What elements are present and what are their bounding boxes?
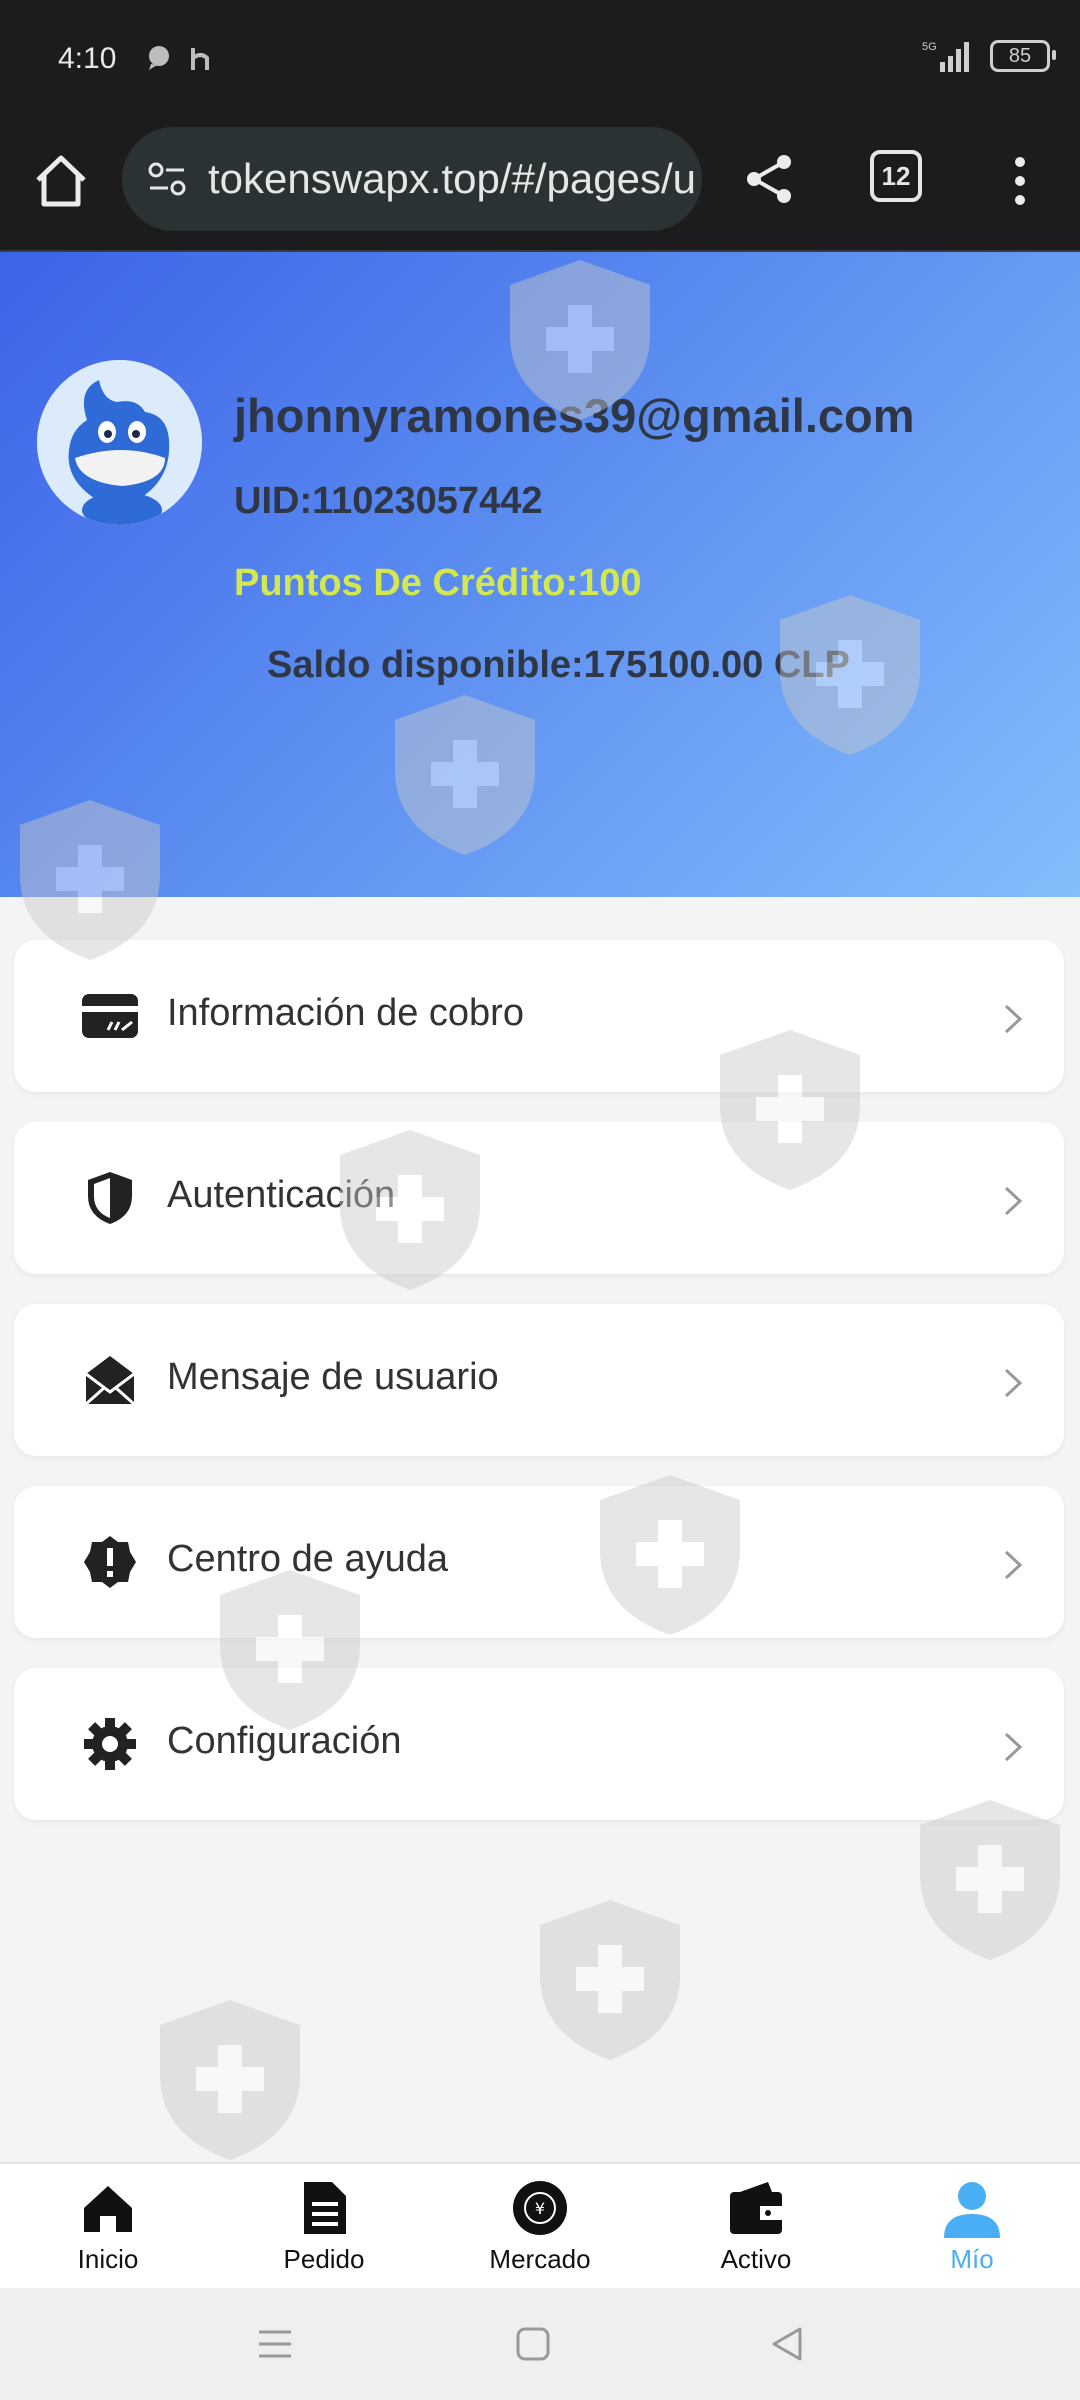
wallet-icon [730, 2182, 782, 2234]
back-icon[interactable] [768, 2324, 808, 2364]
svg-text:5G: 5G [922, 41, 937, 53]
menu-item-settings[interactable]: Configuración [14, 1668, 1064, 1820]
notification-icons [145, 44, 217, 74]
menu-label: Centro de ayuda [167, 1538, 448, 1580]
profile-header: jhonnyramones39@gmail.com UID:1102305744… [0, 252, 1080, 897]
chevron-right-icon [1004, 1732, 1023, 1762]
address-bar[interactable]: tokenswapx.top/#/pages/u [122, 127, 702, 231]
help-badge-icon [84, 1536, 136, 1588]
menu-label: Autenticación [167, 1174, 396, 1216]
bottom-navigation: Inicio Pedido ¥ Mercado Activo Mío [0, 2162, 1080, 2290]
menu-label: Mensaje de usuario [167, 1356, 499, 1398]
signal-icon: 5G [922, 41, 969, 72]
menu-item-help-center[interactable]: Centro de ayuda [14, 1486, 1064, 1638]
nav-item-mio[interactable]: Mío [887, 2178, 1057, 2288]
chevron-right-icon [1004, 1550, 1023, 1580]
nav-item-activo[interactable]: Activo [671, 2178, 841, 2288]
menu-item-payment-info[interactable]: Información de cobro [14, 940, 1064, 1092]
nav-label: Inicio [77, 2244, 139, 2274]
card-icon [82, 994, 138, 1038]
system-home-icon[interactable] [513, 2324, 553, 2364]
battery-level: 85 [1008, 44, 1032, 67]
nav-item-pedido[interactable]: Pedido [239, 2178, 409, 2288]
watermark-shield-icon [540, 1900, 680, 2060]
chevron-right-icon [1004, 1004, 1023, 1034]
chevron-right-icon [1004, 1368, 1023, 1398]
more-menu-icon[interactable] [1000, 150, 1040, 212]
available-balance: Saldo disponible:175100.00 CLP [267, 644, 850, 686]
menu-item-user-messages[interactable]: Mensaje de usuario [14, 1304, 1064, 1456]
shield-icon [88, 1172, 132, 1224]
browser-toolbar: tokenswapx.top/#/pages/u 12 [0, 120, 1080, 252]
avatar[interactable] [37, 360, 202, 525]
nav-label: Pedido [283, 2244, 365, 2274]
status-time: 4:10 [58, 42, 117, 75]
chevron-right-icon [1004, 1186, 1023, 1216]
share-icon[interactable] [738, 148, 800, 210]
market-icon: ¥ [513, 2181, 567, 2235]
nav-label: Mío [950, 2244, 994, 2274]
menu-label: Información de cobro [167, 992, 524, 1034]
chat-icon [149, 46, 169, 70]
tabs-count-button[interactable]: 12 [870, 150, 922, 202]
status-right: 5G 85 [920, 38, 1056, 74]
url-text: tokenswapx.top/#/pages/u [208, 155, 697, 202]
gear-icon [84, 1718, 136, 1770]
recent-apps-icon[interactable] [255, 2324, 295, 2364]
system-navigation-bar [0, 2288, 1080, 2400]
battery-icon: 85 [990, 40, 1056, 72]
envelope-icon [85, 1356, 135, 1406]
document-icon [304, 2182, 346, 2234]
status-bar: 4:10 5G 85 [0, 0, 1080, 120]
svg-text:¥: ¥ [535, 2199, 545, 2218]
menu-label: Configuración [167, 1720, 402, 1762]
mascot-icon [37, 360, 202, 525]
watermark-shield-icon [160, 2000, 300, 2160]
home-icon[interactable] [30, 150, 92, 212]
user-icon [944, 2182, 1000, 2238]
site-settings-icon[interactable] [142, 154, 192, 204]
menu-item-authentication[interactable]: Autenticación [14, 1122, 1064, 1274]
user-uid: UID:11023057442 [234, 480, 543, 522]
nav-item-mercado[interactable]: ¥ Mercado [455, 2178, 625, 2288]
tab-count: 12 [881, 160, 911, 191]
app-h-icon [191, 48, 209, 70]
nav-item-inicio[interactable]: Inicio [23, 2178, 193, 2288]
credit-points: Puntos De Crédito:100 [234, 562, 642, 604]
settings-menu: Información de cobro Autenticación Mensa… [14, 940, 1064, 1850]
home-icon [84, 2186, 132, 2232]
nav-label: Activo [720, 2244, 792, 2274]
user-email: jhonnyramones39@gmail.com [234, 389, 915, 442]
nav-label: Mercado [489, 2244, 591, 2274]
